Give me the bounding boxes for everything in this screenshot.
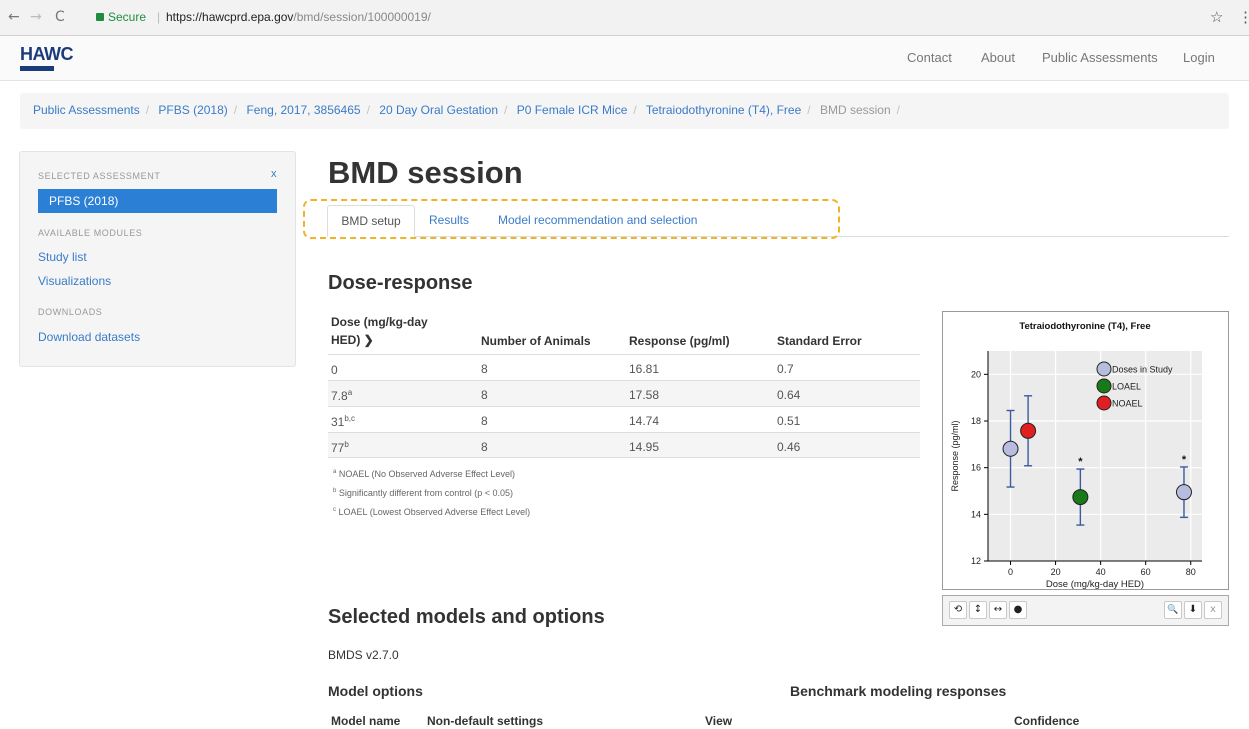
data-point (1175, 484, 1192, 501)
sidebar-item-selected-assessment[interactable]: PFBS (2018) (38, 189, 277, 213)
forward-icon[interactable]: → (30, 9, 42, 25)
table-row: 31b,c 8 14.74 0.51 (328, 406, 920, 432)
column-header-se: Standard Error (777, 334, 862, 348)
y-tick-label: 20 (971, 369, 981, 379)
download-icon[interactable]: ⬇ (1184, 601, 1202, 619)
y-tick-label: 16 (971, 463, 981, 473)
nav-public-assessments[interactable]: Public Assessments (1042, 50, 1158, 65)
reset-icon[interactable]: ⟲ (949, 601, 967, 619)
column-header-response: Response (pg/ml) (629, 334, 730, 348)
x-tick-label: 60 (1141, 567, 1151, 577)
footnote: a NOAEL (No Observed Adverse Effect Leve… (333, 469, 515, 479)
subheading-bmr: Benchmark modeling responses (790, 683, 1007, 699)
x-zoom-icon[interactable]: ↔ (989, 601, 1007, 619)
legend-label: LOAEL (1112, 382, 1141, 392)
browser-toolbar: ← → C Secure | https://hawcprd.epa.gov/b… (0, 0, 1249, 36)
chart-title: Tetraiodothyronine (T4), Free (1019, 321, 1150, 332)
breadcrumb: Public Assessments / PFBS (2018) / Feng, 2… (20, 93, 1229, 129)
table-row: 77b 8 14.95 0.46 (328, 432, 920, 458)
highlight-annotation (303, 199, 840, 239)
bookmark-star-icon[interactable]: ☆ (1210, 8, 1223, 26)
lock-icon (96, 13, 104, 21)
y-axis-label: Response (pg/ml) (950, 420, 960, 491)
column-header-model-name: Model name (331, 714, 401, 728)
chart-svg: Tetraiodothyronine (T4), Free 0 20 40 60 80 12… (950, 321, 1202, 590)
data-point (1002, 440, 1019, 457)
sidebar-close-button[interactable]: x (271, 168, 277, 180)
column-header-dose-unit[interactable]: HED) ❯ (331, 333, 374, 347)
x-tick-label: 20 (1051, 567, 1061, 577)
legend-marker (1096, 395, 1112, 411)
significance-marker: * (1078, 456, 1083, 468)
significance-marker: * (1182, 454, 1187, 466)
legend-marker (1096, 361, 1112, 377)
breadcrumb-current: BMD session (819, 103, 891, 117)
dot-icon[interactable]: ● (1009, 601, 1027, 619)
nav-about[interactable]: About (981, 50, 1015, 65)
y-tick-label: 14 (971, 509, 981, 519)
x-tick-label: 80 (1186, 567, 1196, 577)
x-axis-label: Dose (mg/kg-day HED) (1046, 579, 1144, 589)
column-header-settings: Non-default settings (427, 714, 543, 728)
table-row: 7.8a 8 17.58 0.64 (328, 380, 920, 406)
sidebar-item-visualizations[interactable]: Visualizations (38, 274, 111, 288)
breadcrumb-link[interactable]: PFBS (2018) (158, 103, 227, 117)
address-bar[interactable]: https://hawcprd.epa.gov/bmd/session/1000… (166, 10, 431, 24)
data-point (1072, 489, 1089, 506)
menu-icon[interactable]: ⋮ (1238, 8, 1249, 26)
dose-response-chart: Tetraiodothyronine (T4), Free 0 20 40 60 80 12… (942, 311, 1229, 590)
site-header: HAWC Contact About Public Assessments Lo… (0, 36, 1249, 81)
legend-label: NOAEL (1112, 399, 1143, 409)
breadcrumb-link[interactable]: Tetraiodothyronine (T4), Free (646, 103, 801, 117)
back-icon[interactable]: ← (8, 9, 20, 25)
breadcrumb-link[interactable]: Public Assessments (33, 103, 140, 117)
sidebar-header-downloads: DOWNLOADS (38, 307, 103, 317)
data-point (1020, 422, 1037, 439)
x-tick-label: 0 (1008, 567, 1013, 577)
footnote: c LOAEL (Lowest Observed Adverse Effect … (333, 507, 531, 517)
legend-label: Doses in Study (1112, 365, 1173, 375)
column-header-confidence: Confidence (1014, 714, 1080, 728)
nav-login[interactable]: Login (1183, 50, 1215, 65)
page-title: BMD session (328, 155, 523, 190)
breadcrumb-link[interactable]: 20 Day Oral Gestation (379, 103, 498, 117)
close-icon[interactable]: x (1204, 601, 1222, 619)
sidebar-item-download-datasets[interactable]: Download datasets (38, 330, 140, 344)
footnote: b Significantly different from control (… (333, 488, 514, 498)
sidebar-item-study-list[interactable]: Study list (38, 250, 87, 264)
y-zoom-icon[interactable]: ↕ (969, 601, 987, 619)
x-tick-label: 40 (1096, 567, 1106, 577)
sidebar-header-modules: AVAILABLE MODULES (38, 228, 143, 238)
chart-toolbar: ⟲ ↕ ↔ ● 🔍 ⬇ x (942, 595, 1229, 626)
hawc-logo[interactable]: HAWC (20, 44, 74, 71)
section-heading-dose-response: Dose-response (328, 272, 473, 294)
column-header-view: View (705, 714, 733, 728)
column-header-animals: Number of Animals (481, 334, 591, 348)
y-tick-label: 12 (971, 556, 981, 566)
nav-contact[interactable]: Contact (907, 50, 952, 65)
breadcrumb-link[interactable]: Feng, 2017, 3856465 (246, 103, 360, 117)
sidebar-header-selected: SELECTED ASSESSMENT (38, 171, 161, 181)
reload-icon[interactable]: C (55, 9, 65, 25)
column-header-dose: Dose (mg/kg-day (331, 315, 428, 329)
section-heading-selected-models: Selected models and options (328, 606, 605, 628)
secure-indicator[interactable]: Secure (96, 10, 146, 24)
bmds-version: BMDS v2.7.0 (328, 648, 399, 662)
table-row: 0 8 16.81 0.7 (328, 354, 920, 380)
subheading-model-options: Model options (328, 683, 423, 699)
legend-marker (1096, 378, 1112, 394)
zoom-icon[interactable]: 🔍 (1164, 601, 1182, 619)
y-tick-label: 18 (971, 416, 981, 426)
breadcrumb-link[interactable]: P0 Female ICR Mice (517, 103, 628, 117)
plot-area (988, 351, 1202, 561)
sidebar: SELECTED ASSESSMENT x PFBS (2018) AVAILA… (19, 151, 296, 367)
